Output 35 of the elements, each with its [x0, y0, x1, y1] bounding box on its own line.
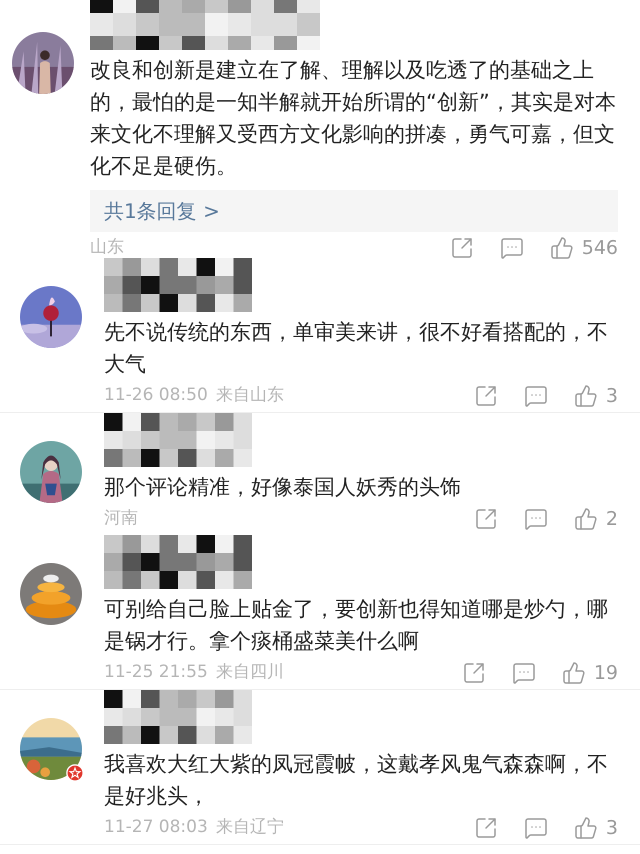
share-icon[interactable]	[450, 236, 474, 260]
comment-text: 改良和创新是建立在了解、理解以及吃透了的基础之上的，最怕的是一知半解就开始所谓的“创新”，其实是对本来文化不理解又受西方文化影响的拼凑，勇气可嘉，但文化不足是硬伤。	[90, 57, 617, 180]
like-count: 3	[606, 816, 618, 841]
share-icon[interactable]	[462, 661, 486, 685]
replies-link[interactable]: 共1条回复 >	[90, 190, 618, 232]
comment-text: 那个评论精准，好像泰国人妖秀的头饰	[104, 474, 462, 501]
comment-time: 11-26 08:50	[104, 384, 208, 408]
comment-location: 来自山东	[216, 384, 284, 408]
comment-location: 来自辽宁	[216, 816, 284, 840]
like-icon[interactable]	[574, 816, 598, 840]
comment-text: 先不说传统的东西，单审美来讲，很不好看搭配的，不大气	[104, 319, 609, 378]
comment-time: 11-25 21:55	[104, 661, 208, 684]
comment-text: 可别给自己脸上贴金了，要创新也得知道哪是炒勺，哪是锅才行。拿个痰桶盛菜美什么啊	[104, 596, 609, 655]
like-icon[interactable]	[550, 236, 574, 260]
comment-icon[interactable]	[512, 661, 536, 685]
comment-icon[interactable]	[524, 384, 548, 408]
share-icon[interactable]	[474, 816, 498, 840]
like-count: 2	[606, 506, 618, 532]
share-icon[interactable]	[474, 507, 498, 531]
share-icon[interactable]	[474, 384, 498, 408]
comment-location: 来自四川	[216, 661, 284, 684]
like-count: 546	[582, 236, 618, 261]
comment-icon[interactable]	[524, 507, 548, 531]
comment-text: 我喜欢大红大紫的凤冠霞帔，这戴孝风鬼气森森啊，不是好兆头，	[104, 751, 609, 810]
comment-icon[interactable]	[524, 816, 548, 840]
comment-location: 河南	[104, 507, 138, 530]
like-icon[interactable]	[562, 661, 586, 685]
comment-icon[interactable]	[500, 236, 524, 260]
like-icon[interactable]	[574, 384, 598, 408]
like-count: 19	[594, 660, 618, 686]
comment-location: 山东	[90, 236, 124, 260]
like-count: 3	[606, 384, 618, 409]
badge-star-icon	[66, 764, 84, 782]
like-icon[interactable]	[574, 507, 598, 531]
comment-time: 11-27 08:03	[104, 816, 208, 840]
